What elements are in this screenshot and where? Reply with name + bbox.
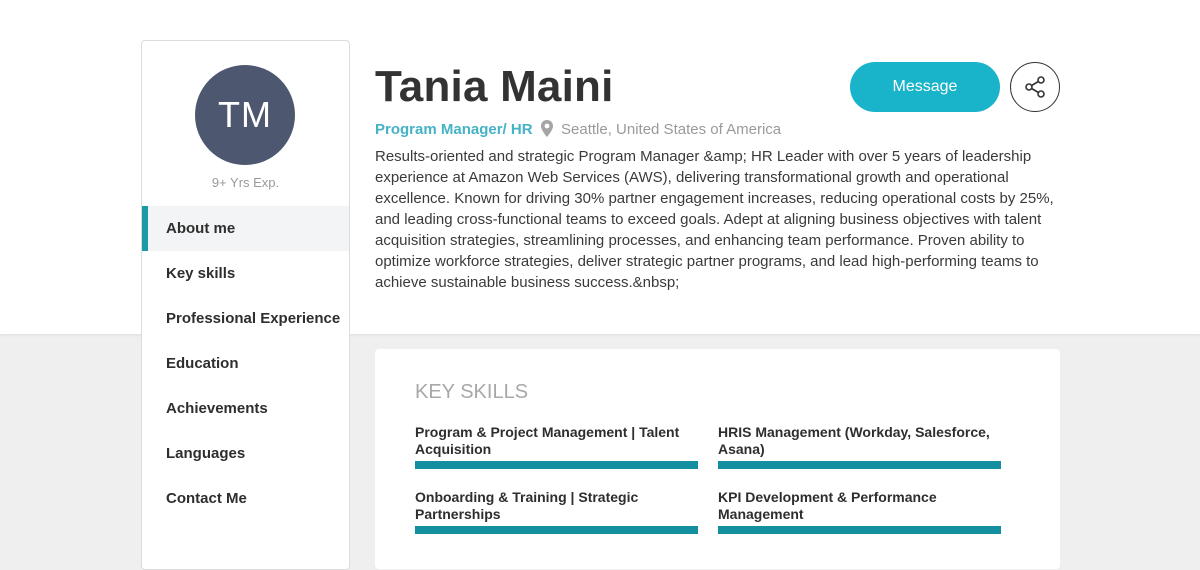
skill-name: Onboarding & Training | Strategic Partne…: [415, 489, 639, 522]
key-skills-card: KEY SKILLS Program & Project Management …: [375, 349, 1060, 569]
nav-item-key-skills[interactable]: Key skills: [142, 251, 349, 296]
nav-item-languages[interactable]: Languages: [142, 431, 349, 476]
nav-item-professional-experience[interactable]: Professional Experience: [142, 296, 349, 341]
message-button[interactable]: Message: [850, 62, 1000, 112]
key-skills-title: KEY SKILLS: [415, 381, 529, 403]
location-pin-icon: [541, 120, 553, 137]
skill-item: Onboarding & Training | Strategic Partne…: [415, 489, 698, 534]
profile-bio: Results-oriented and strategic Program M…: [375, 148, 1054, 291]
profile-location: Seattle, United States of America: [561, 121, 782, 138]
profile-sidebar-card: TM 9+ Yrs Exp. About me Key skills Profe…: [141, 40, 350, 570]
share-icon: [1025, 76, 1045, 98]
avatar-initials: TM: [218, 94, 272, 135]
section-nav: About me Key skills Professional Experie…: [142, 206, 349, 521]
skill-name: Program & Project Management | Talent Ac…: [415, 424, 680, 457]
nav-item-about-me[interactable]: About me: [142, 206, 349, 251]
skill-level-bar: [415, 526, 698, 534]
avatar: TM: [195, 65, 295, 165]
experience-label: 9+ Yrs Exp.: [211, 175, 280, 190]
skill-name: HRIS Management (Workday, Salesforce, As…: [718, 424, 990, 457]
profile-role: Program Manager/ HR: [375, 121, 533, 138]
skill-level-bar: [415, 461, 698, 469]
skill-name: KPI Development & Performance Management: [718, 489, 937, 522]
skill-item: HRIS Management (Workday, Salesforce, As…: [718, 424, 1001, 469]
nav-item-achievements[interactable]: Achievements: [142, 386, 349, 431]
skill-level-bar: [718, 526, 1001, 534]
nav-item-contact-me[interactable]: Contact Me: [142, 476, 349, 521]
share-button[interactable]: [1010, 62, 1060, 112]
profile-name: Tania Maini: [375, 62, 614, 111]
nav-item-education[interactable]: Education: [142, 341, 349, 386]
skill-level-bar: [718, 461, 1001, 469]
skill-item: Program & Project Management | Talent Ac…: [415, 424, 698, 469]
skill-item: KPI Development & Performance Management: [718, 489, 1001, 534]
